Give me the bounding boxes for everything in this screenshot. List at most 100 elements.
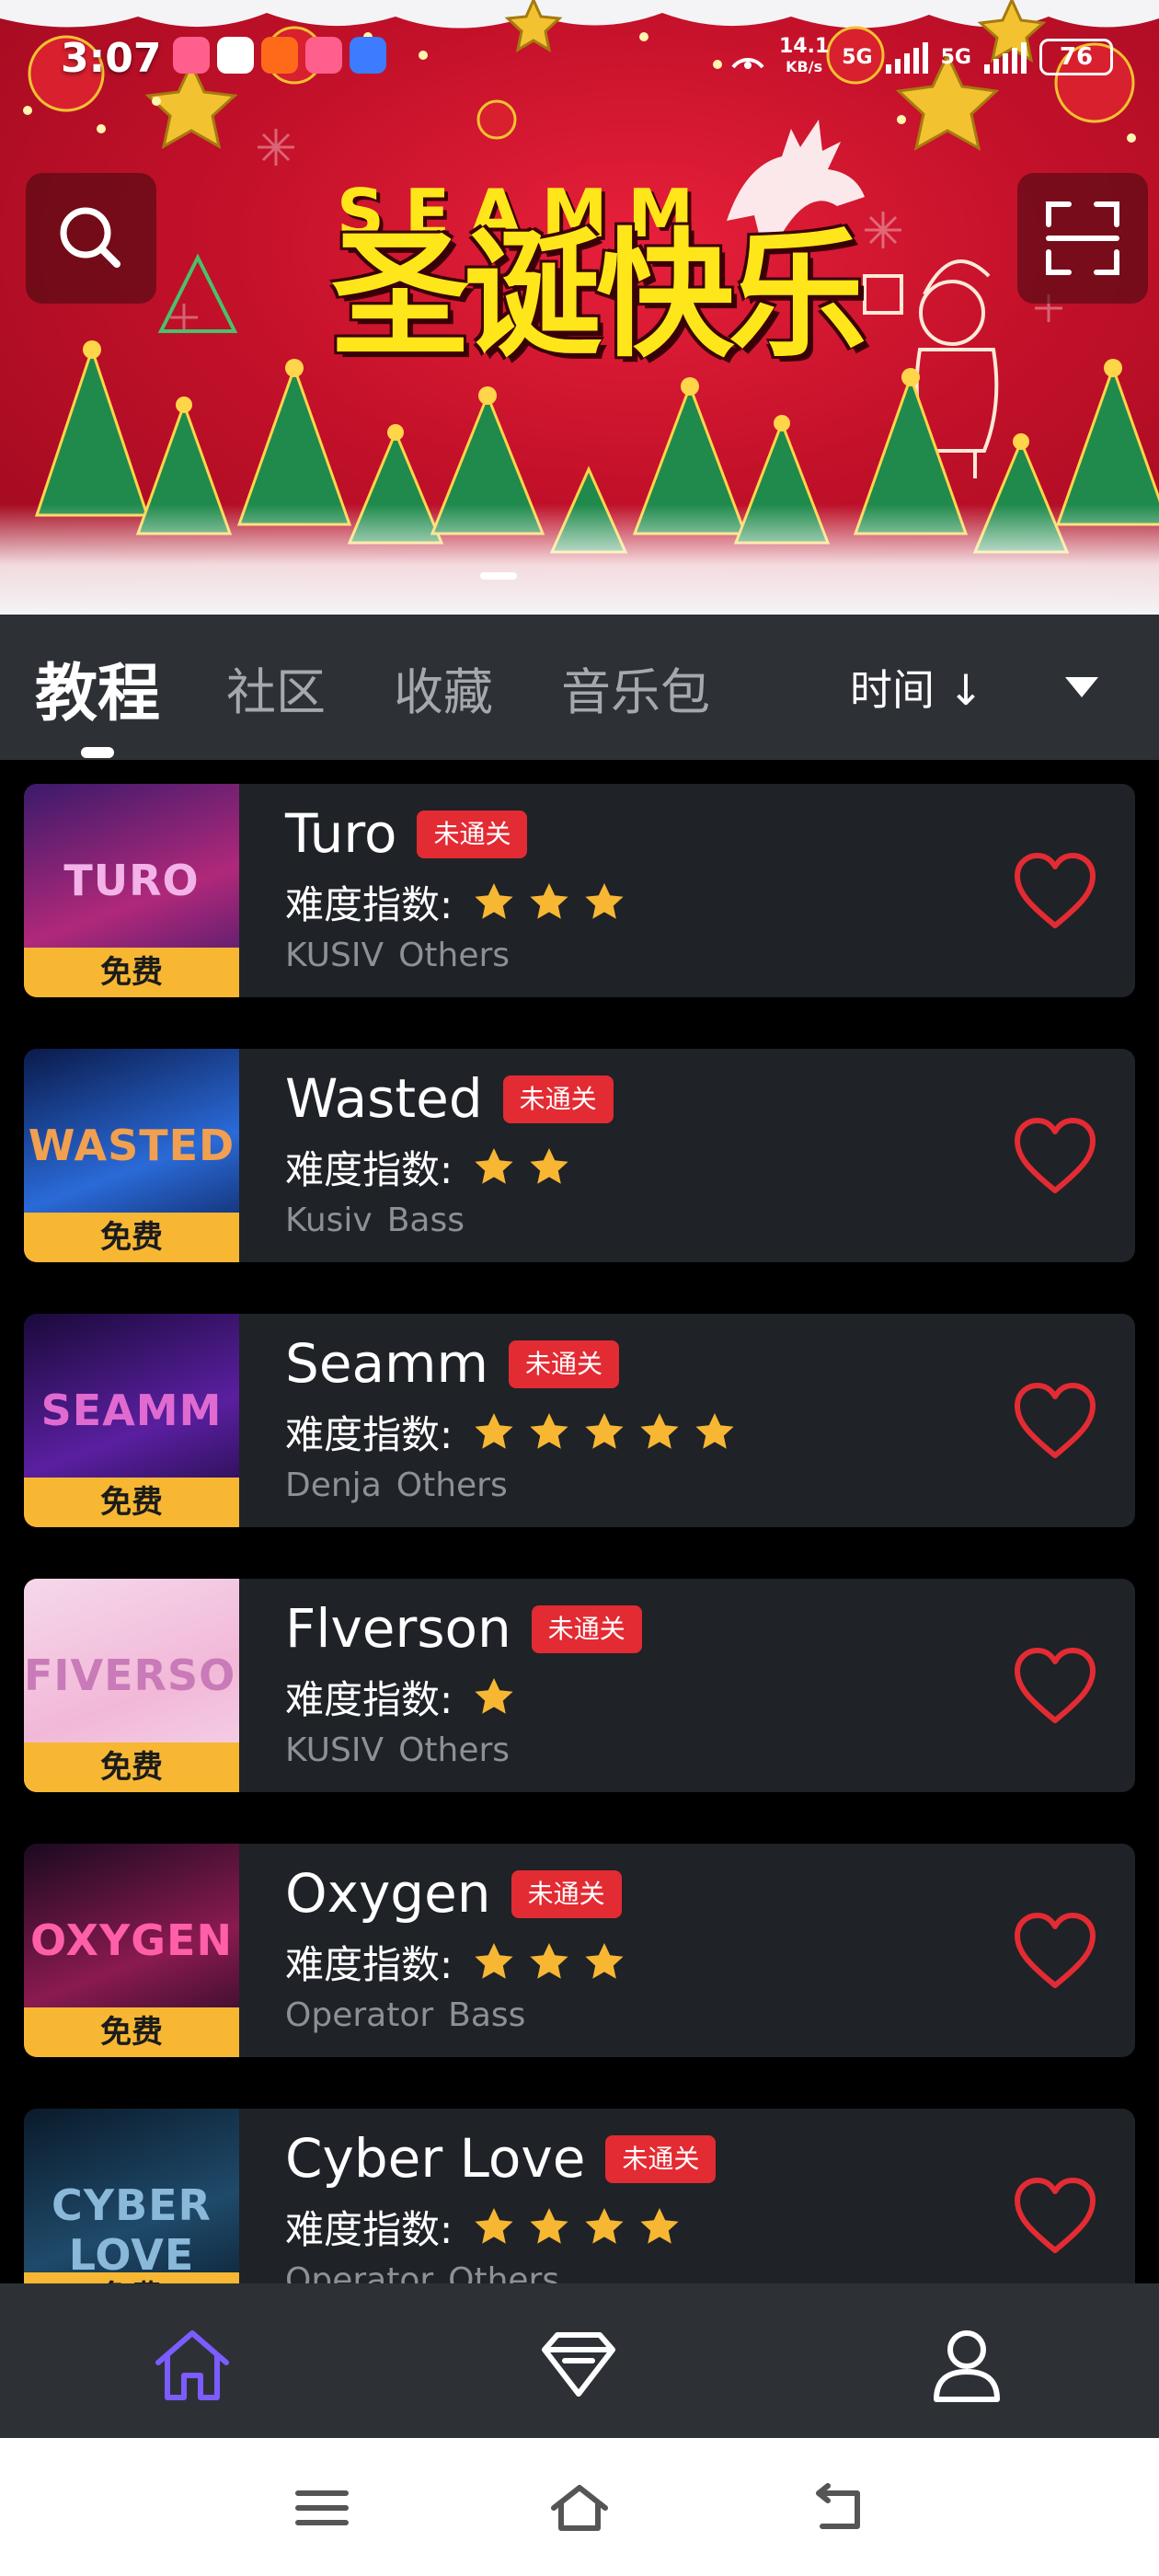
status-badge: 未通关: [605, 2135, 717, 2183]
difficulty-label: 难度指数:: [285, 882, 453, 927]
sort-by-time-button[interactable]: 时间 ↓: [850, 657, 983, 718]
app-notification-icon: [217, 37, 254, 74]
status-indicators: 14.1 KB/s 5G 5G 76: [729, 37, 1113, 77]
active-tab-indicator: [81, 747, 114, 758]
difficulty-rating: 难度指数:: [285, 1669, 515, 1725]
favorite-heart-icon[interactable]: [1012, 1380, 1098, 1463]
song-cover[interactable]: OXYGEN 免费: [24, 1844, 239, 2057]
cover-title: WASTED: [28, 1121, 235, 1170]
status-badge: 未通关: [502, 1075, 614, 1123]
song-genre: Bass: [448, 1996, 526, 2034]
song-title-row: Cyber Love 未通关: [285, 2127, 717, 2190]
star-icon: [475, 1942, 513, 1979]
song-artist: Denja: [285, 1466, 382, 1504]
search-button[interactable]: [26, 173, 156, 304]
app-notification-icon: [173, 37, 210, 74]
signal-icon: [885, 40, 928, 74]
song-title-row: Turo 未通关: [285, 802, 528, 865]
favorite-heart-icon[interactable]: [1012, 1910, 1098, 1993]
song-meta: Kusiv Bass: [285, 1202, 465, 1239]
song-artist: KUSIV: [285, 937, 384, 974]
difficulty-label: 难度指数:: [285, 1942, 453, 1987]
song-genre: Others: [448, 2261, 560, 2283]
home-icon[interactable]: [151, 2324, 234, 2407]
pager-dot: [480, 572, 517, 580]
back-icon[interactable]: [808, 2480, 866, 2536]
battery-icon: 76: [1039, 39, 1113, 75]
speed-unit: KB/s: [786, 58, 823, 75]
app-notification-icon: [350, 37, 386, 74]
song-cover[interactable]: CYBER LOVE免费: [24, 2109, 239, 2283]
song-artist: Operator: [285, 1996, 434, 2034]
banner-pager: [480, 572, 517, 580]
star-icon: [530, 1942, 568, 1979]
holiday-banner[interactable]: SEAMM 圣诞快乐 3:07 14.1 KB/s 5G 5G 76: [0, 0, 1159, 615]
song-title-row: Seamm 未通关: [285, 1332, 620, 1395]
song-cover[interactable]: WASTED 免费: [24, 1049, 239, 1262]
speed-value: 14.1: [778, 35, 830, 58]
favorite-heart-icon[interactable]: [1012, 2175, 1098, 2258]
menu-icon[interactable]: [293, 2480, 351, 2536]
difficulty-rating: 难度指数:: [285, 2199, 681, 2255]
free-badge: 免费: [24, 948, 239, 997]
tab-music-packs[interactable]: 音乐包: [561, 651, 710, 724]
song-card[interactable]: FIVERSON 免费 Flverson 未通关难度指数: KUSIV Others: [24, 1579, 1135, 1792]
notification-icons: [173, 37, 386, 74]
star-icon: [475, 1412, 513, 1449]
free-badge: 免费: [24, 2007, 239, 2057]
song-title: Turo: [285, 802, 397, 865]
star-icon: [475, 2207, 513, 2244]
scan-button[interactable]: [1017, 173, 1148, 304]
star-icon: [585, 1412, 624, 1449]
status-badge: 未通关: [511, 1870, 622, 1918]
song-artist: Operator: [285, 2261, 434, 2283]
song-cover[interactable]: SEAMM 免费: [24, 1314, 239, 1527]
song-cover[interactable]: TURO 免费: [24, 784, 239, 997]
search-icon: [60, 207, 120, 268]
diamond-icon[interactable]: [537, 2324, 620, 2407]
song-title: Oxygen: [285, 1862, 491, 1925]
cover-title: TURO: [63, 856, 200, 905]
profile-icon[interactable]: [925, 2324, 1008, 2407]
snow-ground: [0, 504, 1159, 615]
difficulty-rating: 难度指数:: [285, 874, 625, 930]
star-rating: [473, 1411, 736, 1454]
free-badge: 免费: [24, 2272, 239, 2283]
system-home-icon[interactable]: [550, 2480, 609, 2536]
tab-community[interactable]: 社区: [226, 651, 326, 724]
tab-tutorial[interactable]: 教程: [35, 642, 160, 733]
network-type-2: 5G: [940, 45, 971, 69]
song-card[interactable]: WASTED 免费 Wasted 未通关难度指数: Kusiv Bass: [24, 1049, 1135, 1262]
star-icon: [530, 2207, 568, 2244]
scan-icon: [1046, 201, 1119, 275]
network-type-1: 5G: [842, 45, 873, 69]
song-title-row: Flverson 未通关: [285, 1597, 642, 1660]
favorite-heart-icon[interactable]: [1012, 850, 1098, 933]
status-bar: 3:07 14.1 KB/s 5G 5G 76: [0, 0, 1159, 120]
song-cover[interactable]: FIVERSON 免费: [24, 1579, 239, 1792]
difficulty-label: 难度指数:: [285, 1147, 453, 1192]
free-badge: 免费: [24, 1213, 239, 1262]
favorite-heart-icon[interactable]: [1012, 1115, 1098, 1198]
star-icon: [695, 1412, 734, 1449]
song-card[interactable]: CYBER LOVE免费 Cyber Love 未通关难度指数: Operator Ot…: [24, 2109, 1135, 2283]
star-icon: [530, 1412, 568, 1449]
song-card[interactable]: SEAMM 免费 Seamm 未通关难度指数: Denja Others: [24, 1314, 1135, 1527]
battery-level: 76: [1059, 43, 1094, 71]
song-list[interactable]: TURO 免费 Turo 未通关 难度指数: KUSIV Others WASTED 免费 Was…: [0, 760, 1159, 2283]
song-card[interactable]: OXYGEN 免费 Oxygen 未通关难度指数: Operator Bass: [24, 1844, 1135, 2057]
song-meta: Operator Bass: [285, 1996, 525, 2034]
song-genre: Bass: [386, 1202, 465, 1239]
free-badge: 免费: [24, 1478, 239, 1527]
tab-favorites[interactable]: 收藏: [394, 651, 493, 724]
difficulty-label: 难度指数:: [285, 1677, 453, 1722]
difficulty-label: 难度指数:: [285, 1412, 453, 1457]
favorite-heart-icon[interactable]: [1012, 1645, 1098, 1728]
status-badge: 未通关: [417, 811, 528, 858]
status-badge: 未通关: [531, 1605, 642, 1653]
cover-title: OXYGEN: [30, 1915, 233, 1965]
dropdown-icon[interactable]: [1065, 677, 1098, 697]
song-title: Wasted: [285, 1067, 483, 1130]
song-card[interactable]: TURO 免费 Turo 未通关 难度指数: KUSIV Others: [24, 784, 1135, 997]
song-meta: Denja Others: [285, 1466, 508, 1504]
